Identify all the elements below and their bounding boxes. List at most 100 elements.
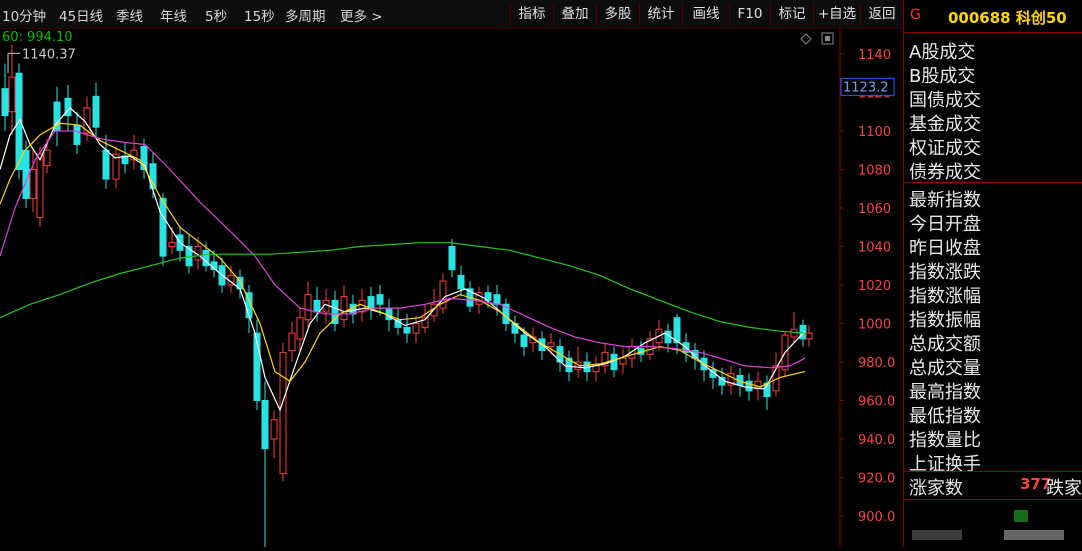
- candle-body: [92, 95, 100, 128]
- y-tick-label: 900.0: [858, 510, 895, 525]
- candles: [1, 44, 813, 547]
- candle-body: [168, 242, 176, 247]
- y-tick-label: 1140: [858, 48, 891, 63]
- candle-body: [270, 419, 278, 440]
- candle-body: [279, 351, 287, 475]
- period-10min[interactable]: 10分钟: [2, 5, 46, 25]
- index-field-label: 指数涨幅: [909, 286, 981, 307]
- period-5sec[interactable]: 5秒: [205, 5, 227, 25]
- candle-body: [403, 326, 411, 334]
- quote-panel: G 000688 科创50 A股成交 B股成交国债成交基金成交权证成交债券成交最新…: [903, 0, 1082, 547]
- index-field-label: 昨日收盘: [909, 238, 981, 259]
- y-tick-label: 1000: [858, 318, 891, 333]
- index-field-label: 最新指数: [909, 190, 981, 211]
- candle-body: [73, 124, 81, 145]
- window-icon-inner: [825, 36, 830, 41]
- period-quarter[interactable]: 季线: [116, 5, 143, 25]
- candle-body: [304, 294, 312, 321]
- candle-body: [29, 169, 37, 199]
- candle-body: [102, 149, 110, 180]
- index-field-label: 总成交量: [909, 358, 981, 379]
- period-45day[interactable]: 45日线: [59, 5, 103, 25]
- period-15sec[interactable]: 15秒: [244, 5, 275, 25]
- ma20-line: [0, 130, 806, 369]
- indicator-button[interactable]: 指标: [510, 3, 553, 25]
- period-multi[interactable]: 多周期: [285, 5, 326, 25]
- index-field-label: 总成交额: [909, 334, 981, 355]
- index-code: 000688 科创50: [948, 9, 1067, 27]
- candle-body: [261, 400, 269, 450]
- candle-body: [1, 88, 9, 117]
- trade-stat-label: B股成交: [909, 66, 976, 87]
- toolbar: 10分钟 45日线 季线 年线 5秒 15秒 多周期 更多 > 指标 叠加 多股…: [0, 0, 903, 29]
- high-price-label: 1140.37: [22, 47, 76, 62]
- candle-body: [376, 294, 384, 305]
- y-tick-label: 1020: [858, 279, 891, 294]
- candle-body: [296, 317, 304, 340]
- f10-button[interactable]: F10: [729, 3, 770, 25]
- y-tick-label: 980.0: [858, 356, 895, 371]
- candle-body: [313, 299, 321, 313]
- index-field-label: 最低指数: [909, 406, 981, 427]
- trade-stat-label: 权证成交: [909, 138, 981, 159]
- candle-body: [493, 294, 501, 305]
- candle-body: [367, 296, 375, 309]
- group-label: G: [910, 7, 921, 23]
- y-tick-label: 1080: [858, 164, 891, 179]
- candle-body: [8, 76, 16, 113]
- candle-body: [673, 317, 681, 344]
- y-tick-label: 1060: [858, 202, 891, 217]
- index-field-label: 今日开盘: [909, 214, 981, 235]
- quote-header: G 000688 科创50: [904, 0, 1082, 33]
- y-tick-label: 1100: [858, 125, 891, 140]
- candle-body: [159, 197, 167, 257]
- candle-body: [288, 332, 296, 351]
- current-price-label: 1123.2: [843, 80, 889, 95]
- mark-button[interactable]: 标记: [770, 3, 813, 25]
- candle-body: [547, 342, 555, 348]
- candle-body: [592, 365, 600, 373]
- candle-body: [805, 332, 813, 340]
- trade-stat-label: A股成交: [909, 42, 976, 63]
- back-button[interactable]: 返回: [860, 3, 903, 25]
- overlay-button[interactable]: 叠加: [553, 3, 596, 25]
- footer-blurred-area: [904, 500, 1082, 547]
- ma5-line: [0, 107, 806, 412]
- draw-line-button[interactable]: 画线: [682, 3, 729, 25]
- divider: [904, 471, 1082, 472]
- trade-stat-label: 基金成交: [909, 114, 981, 135]
- candle-body: [36, 153, 44, 219]
- index-field-label: 指数涨跌: [909, 262, 981, 283]
- candle-body: [619, 357, 627, 365]
- multi-stock-button[interactable]: 多股: [596, 3, 639, 25]
- candle-body: [412, 323, 420, 334]
- stats-button[interactable]: 统计: [639, 3, 682, 25]
- add-watchlist-button[interactable]: +自选: [813, 3, 860, 25]
- fall-count-label: 跌家: [1046, 478, 1082, 499]
- diamond-icon: [800, 33, 812, 45]
- y-tick-label: 940.0: [858, 433, 895, 448]
- index-field-label: 指数振幅: [909, 310, 981, 331]
- blurred-footer: [904, 500, 1082, 547]
- y-tick-label: 960.0: [858, 395, 895, 410]
- trade-stat-label: 国债成交: [909, 90, 981, 111]
- candle-body: [457, 274, 465, 290]
- y-tick-label: 1040: [858, 241, 891, 256]
- divider: [904, 182, 1082, 183]
- trade-stat-label: 债券成交: [909, 162, 981, 183]
- rise-count-label: 涨家数: [909, 478, 963, 499]
- period-year[interactable]: 年线: [160, 5, 187, 25]
- y-tick-label: 920.0: [858, 472, 895, 487]
- candle-body: [610, 353, 618, 371]
- candle-body: [790, 328, 798, 338]
- period-more[interactable]: 更多 >: [340, 5, 383, 25]
- index-field-label: 上证换手: [909, 454, 981, 475]
- candle-body: [22, 149, 30, 199]
- kline-chart[interactable]: 11401120110010801060104010201000980.0960…: [0, 29, 903, 547]
- candle-body: [340, 296, 348, 321]
- candle-body: [799, 324, 807, 340]
- index-field-label: 指数量比: [909, 430, 981, 451]
- candle-body: [520, 334, 528, 348]
- index-field-label: 最高指数: [909, 382, 981, 403]
- candle-body: [43, 149, 51, 167]
